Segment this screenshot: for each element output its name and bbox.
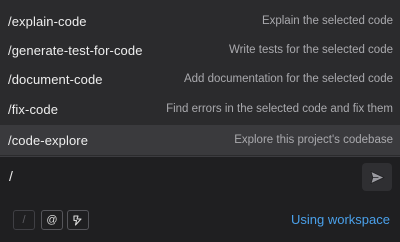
mention-button[interactable]: @ bbox=[41, 210, 63, 230]
at-sign-icon: @ bbox=[46, 214, 58, 226]
command-name: /fix-code bbox=[8, 101, 59, 117]
slash-command-button[interactable]: / bbox=[13, 210, 35, 230]
command-name: /explain-code bbox=[8, 13, 87, 29]
command-description: Explore this project's codebase bbox=[234, 134, 393, 146]
command-menu: /explain-code Explain the selected code … bbox=[0, 0, 400, 156]
command-description: Write tests for the selected code bbox=[228, 44, 393, 56]
command-item-code-explore[interactable]: /code-explore Explore this project's cod… bbox=[0, 125, 400, 155]
slash-label: / bbox=[22, 214, 26, 226]
send-icon bbox=[370, 170, 384, 184]
lightning-bolt-icon bbox=[73, 215, 82, 226]
command-item-fix-code[interactable]: /fix-code Find errors in the selected co… bbox=[0, 94, 400, 124]
command-description: Find errors in the selected code and fix… bbox=[166, 103, 393, 115]
command-item-generate-test[interactable]: /generate-test-for-code Write tests for … bbox=[0, 35, 400, 65]
chat-input[interactable]: / bbox=[9, 165, 349, 187]
command-description: Explain the selected code bbox=[261, 15, 393, 27]
context-button[interactable] bbox=[67, 210, 89, 230]
command-name: /document-code bbox=[8, 71, 103, 87]
command-item-explain-code[interactable]: /explain-code Explain the selected code bbox=[0, 6, 400, 36]
command-name: /generate-test-for-code bbox=[8, 42, 143, 58]
send-button[interactable] bbox=[362, 163, 392, 191]
command-description: Add documentation for the selected code bbox=[183, 73, 393, 85]
command-name: /code-explore bbox=[8, 132, 89, 148]
using-workspace-link[interactable]: Using workspace bbox=[291, 212, 390, 227]
command-item-document-code[interactable]: /document-code Add documentation for the… bbox=[0, 64, 400, 94]
